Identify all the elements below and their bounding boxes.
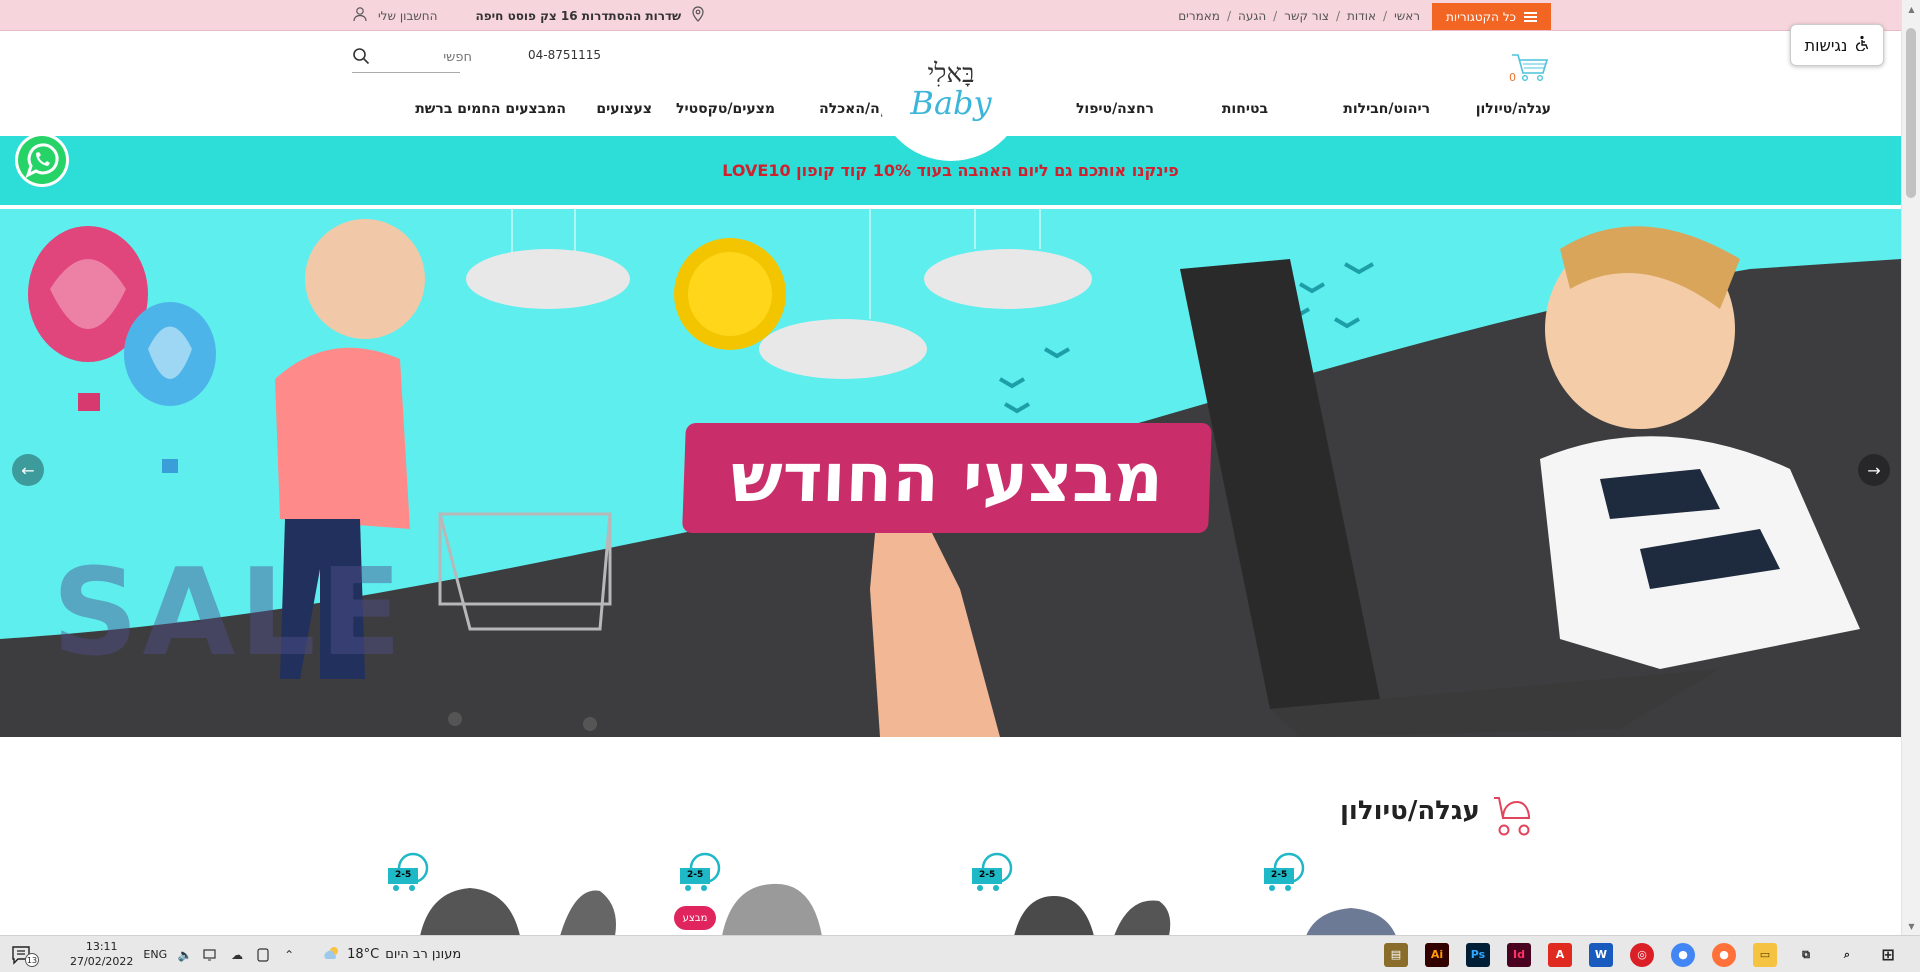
top-link-contact[interactable]: צור קשר (1284, 9, 1329, 23)
sale-tag: מבצע (674, 906, 716, 930)
nav-item-textile[interactable]: מצעים/טקסטיל (676, 101, 775, 117)
notification-count: 13 (25, 953, 39, 967)
indesign-app-icon[interactable]: Id (1507, 942, 1531, 967)
carousel-next-arrow-icon[interactable]: → (1858, 454, 1890, 486)
photoshop-app-icon[interactable]: Ps (1466, 942, 1490, 967)
product-card[interactable]: 2-5 (380, 846, 630, 936)
nav-item-safety[interactable]: בטיחות (1222, 101, 1268, 117)
delivery-badge: 2-5 (979, 870, 996, 880)
delivery-badge: 2-5 (395, 870, 412, 880)
language-indicator[interactable]: ENG (143, 948, 167, 961)
taskbar-apps: ▤ Ai Ps Id A W ◎ ● ● ▭ ⧉ ⌕ ⊞ (1384, 936, 1900, 972)
delivery-badge: 2-5 (687, 870, 704, 880)
search-icon[interactable] (352, 47, 370, 69)
illustrator-app-icon[interactable]: Ai (1425, 942, 1449, 967)
clock-date: 27/02/2022 (70, 954, 134, 968)
divider: / (1383, 8, 1388, 23)
nav-item-strollers[interactable]: עגלה/טיולון (1476, 101, 1551, 117)
word-app-icon[interactable]: W (1589, 942, 1613, 967)
my-account-link[interactable]: החשבון שלי (378, 9, 437, 23)
cart-icon[interactable] (1510, 49, 1550, 89)
top-bar-inner: כל הקטגוריות ראשי / אודות / צור קשר / הג… (352, 0, 1551, 31)
task-view-icon[interactable]: ⧉ (1794, 943, 1818, 967)
section-title: עגלה/טיולון (1340, 796, 1480, 826)
clock-time: 13:11 (85, 939, 118, 953)
hero-banner[interactable]: SALE מבצעי החודש (0, 209, 1901, 737)
creative-cloud-app-icon[interactable]: ◎ (1630, 942, 1654, 967)
windows-start-icon[interactable]: ⊞ (1876, 943, 1900, 967)
device-icon[interactable] (255, 947, 271, 963)
weather-description: מעונן רב היום (385, 947, 462, 962)
all-categories-label: כל הקטגוריות (1446, 9, 1516, 24)
winrar-app-icon[interactable]: ▤ (1384, 942, 1408, 967)
store-address: שדרות ההסתדרות 16 צק פוסט חיפה (475, 8, 682, 23)
firefox-app-icon[interactable]: ● (1712, 942, 1736, 967)
taskbar-left: 13 13:11 27/02/2022 ENG 🔈 ☁ ⌃ 18°C מעונן… (10, 936, 461, 972)
top-bar: כל הקטגוריות ראשי / אודות / צור קשר / הג… (0, 0, 1901, 31)
hamburger-icon (1524, 11, 1537, 22)
volume-icon[interactable]: 🔈 (177, 947, 193, 963)
location-pin-icon (691, 6, 705, 25)
stroller-icon (1486, 792, 1534, 838)
logo-english: Baby (910, 84, 992, 122)
product-image (420, 888, 616, 936)
top-link-home[interactable]: ראשי (1394, 9, 1420, 23)
whatsapp-icon[interactable] (14, 132, 70, 188)
product-card[interactable]: 2-5 מבצע (672, 846, 922, 936)
product-card[interactable]: 2-5 (1256, 846, 1506, 936)
windows-taskbar: 13 13:11 27/02/2022 ENG 🔈 ☁ ⌃ 18°C מעונן… (0, 935, 1920, 972)
nav-item-furniture[interactable]: ריהוט/חבילות (1343, 101, 1430, 117)
chrome-app-icon[interactable]: ● (1671, 942, 1695, 967)
product-row: 2-5 2-5 מבצע 2-5 2-5 (380, 846, 1530, 936)
scroll-up-icon[interactable]: ▲ (1902, 0, 1920, 18)
top-bar-left: שדרות ההסתדרות 16 צק פוסט חיפה החשבון של… (352, 0, 705, 31)
top-link-articles[interactable]: מאמרים (1178, 9, 1220, 23)
search-taskbar-icon[interactable]: ⌕ (1835, 943, 1859, 967)
search-box (352, 43, 472, 73)
nav-item-bath[interactable]: רחצה/טיפול (1076, 101, 1154, 117)
divider: / (1226, 8, 1232, 23)
page-scrollbar[interactable]: ▲ ▼ (1901, 0, 1920, 935)
phone-number[interactable]: 04-8751115 (528, 48, 601, 62)
file-explorer-app-icon[interactable]: ▭ (1753, 942, 1777, 967)
divider: / (1273, 8, 1278, 23)
promo-text: פינקנו אותכם גם ליום האהבה בעוד 10% קוד … (722, 161, 1179, 180)
chevron-up-icon[interactable]: ⌃ (281, 947, 297, 963)
scrollbar-thumb[interactable] (1906, 28, 1916, 198)
weather-temperature: 18°C (347, 947, 380, 962)
onedrive-icon[interactable]: ☁ (229, 947, 245, 963)
divider: / (1335, 8, 1341, 23)
accessibility-icon (1853, 35, 1869, 55)
accessibility-button[interactable]: נגישות (1790, 24, 1884, 66)
acrobat-app-icon[interactable]: A (1548, 942, 1572, 967)
user-icon[interactable] (352, 6, 368, 25)
delivery-badge: 2-5 (1271, 870, 1288, 880)
accessibility-label: נגישות (1804, 35, 1848, 55)
search-input[interactable] (392, 50, 472, 65)
nav-item-hot-deals[interactable]: המבצעים החמים ברשת (415, 101, 566, 117)
weather-cloud-sun-icon (323, 945, 341, 965)
sale-watermark: SALE (52, 544, 406, 683)
top-links: ראשי / אודות / צור קשר / הגעה / מאמרים (1178, 9, 1420, 23)
product-card[interactable]: 2-5 (964, 846, 1214, 936)
carousel-prev-arrow-icon[interactable]: ← (12, 454, 44, 486)
hero-title: מבצעי החודש (682, 423, 1212, 533)
top-link-directions[interactable]: הגעה (1238, 9, 1266, 23)
product-image (1014, 896, 1171, 936)
product-image (722, 883, 822, 936)
cart-count: 0 (1509, 71, 1516, 84)
weather-widget[interactable]: 18°C מעונן רב היום (323, 945, 461, 965)
site-header: 04-8751115 בָּאלִי Baby 0 עגלה/טיולון רי… (0, 31, 1901, 161)
product-image (1306, 908, 1396, 936)
all-categories-button[interactable]: כל הקטגוריות (1432, 3, 1551, 30)
scroll-down-icon[interactable]: ▼ (1902, 917, 1920, 935)
network-icon[interactable] (203, 947, 219, 963)
top-link-about[interactable]: אודות (1347, 9, 1376, 23)
nav-item-toys[interactable]: צעצועים (596, 101, 652, 117)
taskbar-clock[interactable]: 13:11 27/02/2022 (70, 940, 133, 970)
